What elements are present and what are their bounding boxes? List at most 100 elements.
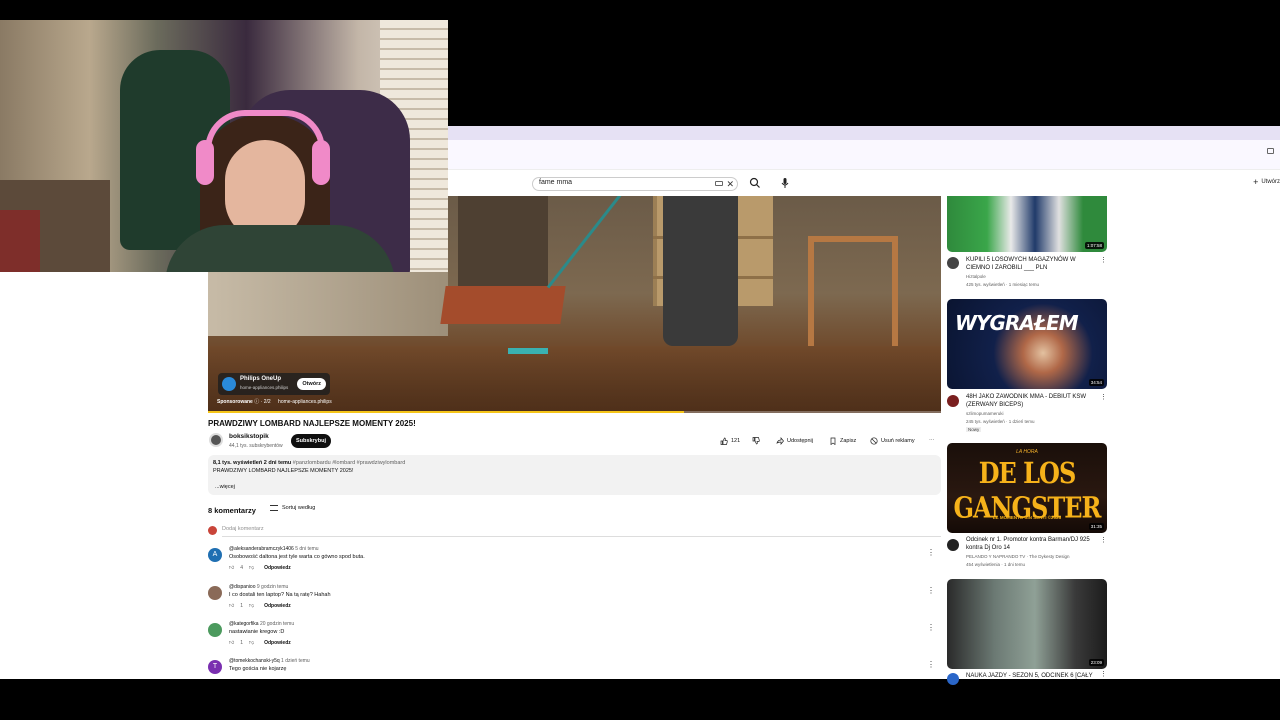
sort-label: Sortuj według <box>282 505 316 511</box>
channel-avatar[interactable] <box>947 257 959 269</box>
more-vertical-icon[interactable]: ⋮ <box>1100 670 1107 678</box>
extension-icon[interactable] <box>1267 148 1274 154</box>
comment-time: 5 dni temu <box>295 546 319 552</box>
video-frame-chair <box>808 236 898 346</box>
recommended-video[interactable]: 1:07:58 KUPILI 5 LOSOWYCH MAGAZYNÓW W CI… <box>947 196 1107 287</box>
recommended-video[interactable]: WYGRAŁEM 34:54 48H JAKO ZAWODNIK MMA - D… <box>947 299 1107 432</box>
subscribe-button[interactable]: Subskrybuj <box>291 434 331 448</box>
thumbs-up-icon[interactable]: 👍︎ <box>229 565 234 571</box>
video-meta: 245 tys. wyświetleń · 1 dzień temu <box>966 419 1035 424</box>
search-button[interactable] <box>748 176 762 190</box>
user-avatar <box>208 526 217 535</box>
comment-author[interactable]: @kategorfika <box>229 621 259 627</box>
new-badge: Nowy <box>966 427 982 432</box>
video-thumbnail[interactable]: 23:09 <box>947 579 1107 669</box>
webcam-headphone-band <box>205 110 325 150</box>
reply-button[interactable]: Odpowiedz <box>264 603 291 609</box>
comment-avatar[interactable] <box>208 586 222 600</box>
comment-actions: 👍︎ 4 👎︎ Odpowiedz <box>229 565 291 571</box>
create-button[interactable]: + Utwórz <box>1253 177 1280 187</box>
more-vertical-icon[interactable]: ⋮ <box>927 548 935 557</box>
thumbs-down-icon[interactable]: 👎︎ <box>249 640 254 646</box>
video-frame-mop-head <box>508 348 548 354</box>
clear-search-icon[interactable]: ✕ <box>726 178 734 190</box>
comment-author[interactable]: @aleksanderabramczyk1406 <box>229 546 294 552</box>
description-box[interactable]: 8,1 tys. wyświetleń 2 dni temu #panzlomb… <box>208 455 941 495</box>
voice-search-button[interactable] <box>778 176 792 190</box>
comment-header: @kategorfika 20 godzin temu <box>229 621 294 627</box>
info-icon[interactable]: ⓘ <box>254 399 259 405</box>
ad-open-button[interactable]: Otwórz <box>297 378 326 390</box>
more-actions-button[interactable]: ⋯ <box>929 434 935 448</box>
sort-comments-button[interactable]: Sortuj według <box>270 505 315 511</box>
comment-header: @aleksanderabramczyk1406 5 dni temu <box>229 546 319 552</box>
video-title[interactable]: NAUKA JAZDY - SEZON 5, ODCINEK 6 [CAŁY <box>966 672 1096 680</box>
thumbs-down-icon <box>752 437 760 445</box>
comment-avatar[interactable]: T <box>208 660 222 674</box>
ad-card[interactable]: Philips OneUp home-appliances.philips Ot… <box>218 373 330 395</box>
video-frame-rug <box>440 286 566 324</box>
video-thumbnail[interactable]: WYGRAŁEM 34:54 <box>947 299 1107 389</box>
screen: fame mma ✕ + Utwórz Philips OneUp home-a… <box>0 0 1280 720</box>
browser-address-bar[interactable] <box>448 140 1280 170</box>
video-title[interactable]: KUPILI 5 LOSOWYCH MAGAZYNÓW W CIEMNO I Z… <box>966 256 1096 272</box>
comment-avatar[interactable] <box>208 623 222 637</box>
hashtags[interactable]: #panzlombardu #lombard #prawdziwylombard <box>293 460 406 466</box>
plus-icon: + <box>1253 177 1259 187</box>
video-progress-bar[interactable] <box>208 411 941 413</box>
comment-header: @dispanioo 9 godzin temu <box>229 584 288 590</box>
ad-title: Philips OneUp <box>240 376 282 382</box>
search-input[interactable]: fame mma ✕ <box>532 177 738 191</box>
recommended-video[interactable]: 23:09 NAUKA JAZDY - SEZON 5, ODCINEK 6 [… <box>947 579 1107 685</box>
channel-avatar[interactable] <box>947 539 959 551</box>
webcam-headphone-cup <box>312 140 330 185</box>
channel-avatar[interactable] <box>947 673 959 685</box>
keyboard-icon[interactable] <box>715 181 723 186</box>
more-vertical-icon[interactable]: ⋮ <box>1100 536 1107 544</box>
browser-tab-strip[interactable] <box>448 126 1280 140</box>
more-vertical-icon[interactable]: ⋮ <box>927 586 935 595</box>
recommended-video[interactable]: LA HORA DE LOS GANGSTER EL MOMENTO SIN S… <box>947 443 1107 567</box>
thumbs-down-icon[interactable]: 👎︎ <box>249 565 254 571</box>
ad-domain[interactable]: home-appliances.philips <box>278 399 332 405</box>
more-vertical-icon[interactable]: ⋮ <box>927 660 935 669</box>
remove-ads-button[interactable]: Usuń reklamy <box>870 434 915 448</box>
channel-avatar[interactable] <box>209 433 223 447</box>
description-meta: 8,1 tys. wyświetleń 2 dni temu #panzlomb… <box>213 460 405 466</box>
like-button[interactable]: 121 <box>720 434 740 448</box>
video-duration: 34:54 <box>1088 379 1104 386</box>
video-title[interactable]: 48H JAKO ZAWODNIK MMA - DEBIUT KSW (ZERW… <box>966 393 1096 409</box>
view-stats: 8,1 tys. wyświetleń 2 dni temu <box>213 460 292 466</box>
reply-button[interactable]: Odpowiedz <box>264 565 291 571</box>
comment-text: Osobowość daltona jest tyle warta co gów… <box>229 554 365 560</box>
reply-button[interactable]: Odpowiedz <box>264 640 291 646</box>
thumbs-down-icon[interactable]: 👎︎ <box>249 603 254 609</box>
thumbs-up-icon[interactable]: 👍︎ <box>229 640 234 646</box>
ad-logo <box>222 377 236 391</box>
channel-avatar[interactable] <box>947 395 959 407</box>
video-progress-fill <box>208 411 685 413</box>
save-label: Zapisz <box>840 438 857 444</box>
add-comment-input[interactable]: Dodaj komentarz <box>222 526 264 532</box>
comment-author[interactable]: @dispanioo <box>229 584 255 590</box>
more-vertical-icon[interactable]: ⋮ <box>1100 393 1107 401</box>
channel-name[interactable]: boksikstopik <box>229 433 269 440</box>
share-button[interactable]: Udostępnij <box>776 434 813 448</box>
video-thumbnail[interactable]: 1:07:58 <box>947 196 1107 252</box>
description-more-link[interactable]: ...więcej <box>215 484 235 490</box>
video-title[interactable]: Odcinek nr 1. Promotor kontra Barman/DJ … <box>966 536 1096 552</box>
comment-avatar[interactable]: A <box>208 548 222 562</box>
channel-name[interactable]: PELANDO Y NAPRANDO TV · The Dykesty Desi… <box>966 554 1069 559</box>
description-text: PRAWDZIWY LOMBARD NAJLEPSZE MOMENTY 2025… <box>213 468 354 474</box>
share-label: Udostępnij <box>787 438 813 444</box>
channel-name[interactable]: Hiztalpole <box>966 274 986 279</box>
channel-name[interactable]: szlimopumameruki <box>966 411 1004 416</box>
share-icon <box>776 437 784 445</box>
thumbs-up-icon[interactable]: 👍︎ <box>229 603 234 609</box>
more-vertical-icon[interactable]: ⋮ <box>1100 256 1107 264</box>
save-button[interactable]: Zapisz <box>829 434 856 448</box>
video-thumbnail[interactable]: LA HORA DE LOS GANGSTER EL MOMENTO SIN S… <box>947 443 1107 533</box>
more-vertical-icon[interactable]: ⋮ <box>927 623 935 632</box>
dislike-button[interactable] <box>752 434 760 448</box>
comment-author[interactable]: @tomekkochanski-y5q <box>229 658 280 664</box>
